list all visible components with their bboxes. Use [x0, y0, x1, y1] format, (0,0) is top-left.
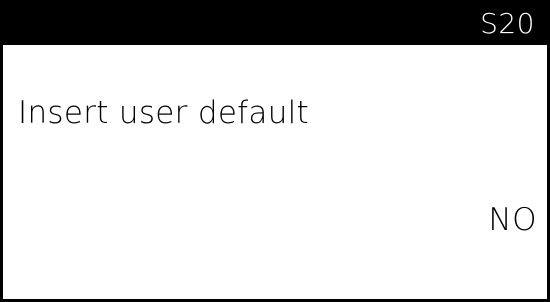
lcd-screen: S20 Insert user default NO [0, 0, 550, 302]
setting-label: Insert user default [18, 95, 310, 131]
setting-value[interactable]: NO [488, 201, 537, 239]
header-bar: S20 [3, 3, 547, 45]
screen-code: S20 [480, 7, 535, 40]
